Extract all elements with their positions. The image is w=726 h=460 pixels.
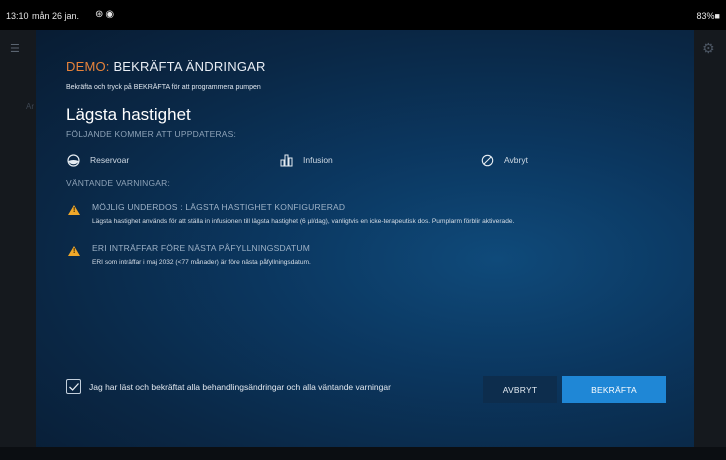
infusion-icon — [279, 153, 293, 167]
dialog-title-text: BEKRÄFTA ÄNDRINGAR — [113, 59, 266, 74]
cancel-circle-icon — [480, 153, 494, 167]
background-left-panel: ☰ Ar — [0, 30, 36, 460]
updates-label: FÖLJANDE KOMMER ATT UPPDATERAS: — [66, 129, 237, 139]
update-item-infusion: Infusion — [279, 153, 333, 167]
therapy-heading: Lägsta hastighet — [66, 105, 191, 124]
reservoir-icon — [66, 153, 80, 167]
demo-label: DEMO: — [66, 59, 110, 74]
status-bar: 13:10 mån 26 jan. ⊛◉ 83%■ — [0, 0, 726, 30]
update-item-label: Infusion — [303, 155, 333, 165]
update-item-label: Avbryt — [504, 155, 528, 165]
notification-icon: ⊛ — [95, 9, 106, 20]
warning-text: ERI som inträffar i maj 2032 (<77 månade… — [92, 259, 311, 266]
battery-indicator: 83%■ — [696, 11, 720, 21]
cancel-button[interactable]: AVBRYT — [483, 376, 557, 403]
status-date: mån 26 jan. — [32, 11, 80, 21]
status-time: 13:10 — [6, 11, 29, 21]
sync-icon: ◉ — [105, 9, 117, 20]
acknowledge-label[interactable]: Jag har läst och bekräftat alla behandli… — [89, 382, 391, 392]
settings-icon: ⚙ — [702, 40, 715, 56]
dialog-title: DEMO: BEKRÄFTA ÄNDRINGAR — [66, 59, 266, 74]
background-right-panel: ⚙ — [694, 30, 726, 460]
update-item-reservoir: Reservoar — [66, 153, 129, 167]
acknowledge-checkbox[interactable] — [66, 379, 81, 394]
warning-icon: ! — [68, 246, 80, 256]
background-bottom — [0, 447, 726, 460]
checkmark-icon — [69, 383, 79, 391]
status-icons: ⊛◉ — [95, 9, 116, 20]
dialog-subtitle: Bekräfta och tryck på BEKRÄFTA för att p… — [66, 84, 261, 91]
warning-title: MÖJLIG UNDERDOS : LÄGSTA HASTIGHET KONFI… — [92, 202, 346, 212]
warnings-label: VÄNTANDE VARNINGAR: — [66, 178, 171, 188]
warning-text: Lägsta hastighet används för att ställa … — [92, 218, 515, 225]
menu-icon: ☰ — [10, 43, 20, 55]
confirm-changes-dialog: DEMO: BEKRÄFTA ÄNDRINGAR Bekräfta och tr… — [36, 30, 694, 447]
background-text: Ar — [26, 102, 34, 111]
warning-icon: ! — [68, 205, 80, 215]
warning-title: ERI INTRÄFFAR FÖRE NÄSTA PÅFYLLNINGSDATU… — [92, 243, 311, 253]
update-item-cancel: Avbryt — [480, 153, 528, 167]
update-item-label: Reservoar — [90, 155, 130, 165]
confirm-button[interactable]: BEKRÄFTA — [562, 376, 666, 403]
